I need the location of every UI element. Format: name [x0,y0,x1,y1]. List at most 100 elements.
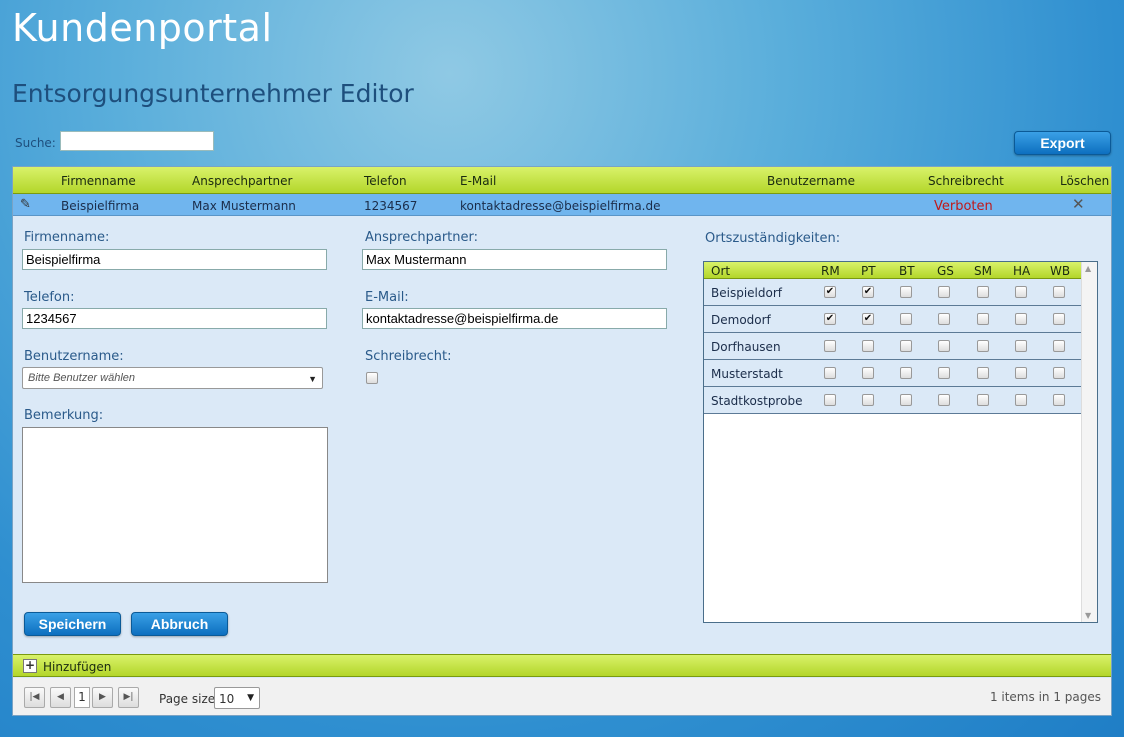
orts-checkbox-sm[interactable] [977,394,989,406]
column-header-telefon[interactable]: Telefon [364,174,407,188]
column-header-loeschen: Löschen [1060,174,1110,188]
page-size-select[interactable]: 10 ▼ [214,687,260,709]
search-input[interactable] [60,131,214,151]
column-header-firmenname[interactable]: Firmenname [61,174,136,188]
orts-checkbox-ha[interactable] [1015,286,1027,298]
orts-checkbox-pt[interactable] [862,340,874,352]
cell-ansprechpartner: Max Mustermann [192,199,296,213]
orts-col-bt[interactable]: BT [899,264,915,278]
orts-checkbox-wb[interactable] [1053,394,1065,406]
orts-checkbox-sm[interactable] [977,286,989,298]
orts-checkbox-ha[interactable] [1015,394,1027,406]
delete-icon[interactable]: ✕ [1072,195,1085,213]
orts-checkbox-gs[interactable] [938,340,950,352]
column-header-email[interactable]: E-Mail [460,174,496,188]
column-header-schreibrecht[interactable]: Schreibrecht [928,174,1004,188]
orts-checkbox-bt[interactable] [900,313,912,325]
column-header-benutzername[interactable]: Benutzername [767,174,855,188]
firmenname-field[interactable]: Beispielfirma [22,249,327,270]
schreibrecht-checkbox[interactable] [366,372,378,384]
cell-telefon: 1234567 [364,199,418,213]
orts-checkbox-rm[interactable]: ✔ [824,286,836,298]
telefon-field[interactable]: 1234567 [22,308,327,329]
orts-checkbox-sm[interactable] [977,367,989,379]
orts-checkbox-rm[interactable] [824,340,836,352]
first-page-icon[interactable]: |◀ [24,687,45,708]
telefon-label: Telefon: [24,290,75,305]
cell-firmenname: Beispielfirma [61,199,140,213]
orts-col-sm[interactable]: SM [974,264,992,278]
edit-icon[interactable]: ✎ [20,197,31,212]
pager: |◀ ◀ 1 ▶ ▶| Page size: 10 ▼ 1 items in 1… [13,678,1111,715]
orts-checkbox-wb[interactable] [1053,313,1065,325]
orts-checkbox-gs[interactable] [938,286,950,298]
orts-checkbox-rm[interactable]: ✔ [824,313,836,325]
orts-checkbox-pt[interactable] [862,394,874,406]
column-header-ansprechpartner[interactable]: Ansprechpartner [192,174,292,188]
schreibrecht-label: Schreibrecht: [365,349,452,364]
page-size-value: 10 [219,692,235,706]
orts-col-ort[interactable]: Ort [711,264,730,278]
orts-checkbox-sm[interactable] [977,313,989,325]
orts-header: Ort RM PT BT GS SM HA WB [704,262,1081,279]
orts-col-wb[interactable]: WB [1050,264,1070,278]
orts-checkbox-sm[interactable] [977,340,989,352]
orts-checkbox-bt[interactable] [900,286,912,298]
page-title: Entsorgungsunternehmer Editor [12,79,414,108]
orts-checkbox-ha[interactable] [1015,340,1027,352]
benutzername-select[interactable]: Bitte Benutzer wählen ▼ [22,367,323,389]
orts-row: Stadtkostprobe [704,387,1081,414]
chevron-down-icon: ▼ [308,374,317,384]
orts-col-pt[interactable]: PT [861,264,876,278]
orts-checkbox-wb[interactable] [1053,340,1065,352]
table-row[interactable]: ✎ Beispielfirma Max Mustermann 1234567 k… [13,194,1111,216]
ortszustaendigkeiten-table: Ort RM PT BT GS SM HA WB Beispieldorf ✔ ✔ D… [703,261,1098,623]
scroll-down-icon[interactable]: ▼ [1085,611,1091,620]
bemerkung-label: Bemerkung: [24,408,104,423]
add-toolbar: + Hinzufügen [13,654,1111,677]
orts-checkbox-ha[interactable] [1015,313,1027,325]
orts-row: Musterstadt [704,360,1081,387]
orts-checkbox-pt[interactable]: ✔ [862,286,874,298]
orts-name: Beispieldorf [711,286,782,300]
save-button[interactable]: Speichern [24,612,121,636]
export-button[interactable]: Export [1014,131,1111,155]
orts-checkbox-rm[interactable] [824,394,836,406]
orts-name: Stadtkostprobe [711,394,803,408]
orts-checkbox-pt[interactable]: ✔ [862,313,874,325]
orts-checkbox-gs[interactable] [938,313,950,325]
orts-name: Demodorf [711,313,771,327]
orts-body: Beispieldorf ✔ ✔ Demodorf ✔ ✔ Dorfhausen Muster… [704,279,1097,414]
orts-col-gs[interactable]: GS [937,264,954,278]
orts-checkbox-wb[interactable] [1053,367,1065,379]
pager-info: 1 items in 1 pages [989,690,1101,704]
orts-checkbox-pt[interactable] [862,367,874,379]
ansprechpartner-field[interactable]: Max Mustermann [362,249,667,270]
cell-schreibrecht: Verboten [934,199,993,214]
orts-checkbox-rm[interactable] [824,367,836,379]
cancel-button[interactable]: Abbruch [131,612,228,636]
prev-page-icon[interactable]: ◀ [50,687,71,708]
orts-checkbox-gs[interactable] [938,394,950,406]
ansprechpartner-label: Ansprechpartner: [365,230,478,245]
orts-checkbox-gs[interactable] [938,367,950,379]
email-field[interactable]: kontaktadresse@beispielfirma.de [362,308,667,329]
plus-icon[interactable]: + [23,659,37,673]
orts-checkbox-wb[interactable] [1053,286,1065,298]
add-button-label[interactable]: Hinzufügen [43,660,111,674]
ortszustaendigkeiten-label: Ortszuständigkeiten: [705,231,841,246]
orts-col-ha[interactable]: HA [1013,264,1030,278]
page-size-label: Page size: [159,692,220,706]
orts-checkbox-bt[interactable] [900,340,912,352]
scrollbar[interactable]: ▲ ▼ [1081,262,1097,622]
orts-col-rm[interactable]: RM [821,264,840,278]
scroll-up-icon[interactable]: ▲ [1085,264,1091,273]
bemerkung-textarea[interactable] [22,427,328,583]
orts-checkbox-bt[interactable] [900,394,912,406]
next-page-icon[interactable]: ▶ [92,687,113,708]
last-page-icon[interactable]: ▶| [118,687,139,708]
search-label: Suche: [15,136,56,150]
orts-checkbox-ha[interactable] [1015,367,1027,379]
orts-checkbox-bt[interactable] [900,367,912,379]
current-page[interactable]: 1 [74,687,90,708]
